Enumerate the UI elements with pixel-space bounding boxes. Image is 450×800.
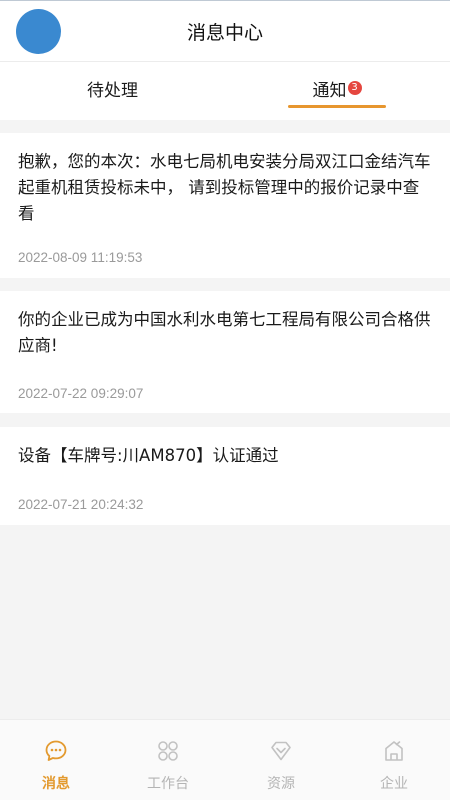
tab-bar: 待处理 通知 3 (0, 62, 450, 120)
message-text: 抱歉，您的本次：水电七局机电安装分局双江口金结汽车起重机租赁投标未中， 请到投标… (18, 152, 431, 223)
chat-icon (45, 740, 67, 761)
tabbar-item-workbench[interactable]: 工作台 (112, 720, 224, 800)
diamond-icon (271, 741, 291, 761)
message-card[interactable]: 设备【车牌号:川AM870】认证通过 2022-07-21 20:24:32 (0, 427, 450, 525)
message-card[interactable]: 抱歉，您的本次：水电七局机电安装分局双江口金结汽车起重机租赁投标未中， 请到投标… (0, 133, 450, 278)
tabbar-item-resources[interactable]: 资源 (225, 720, 337, 800)
message-time: 2022-07-21 20:24:32 (18, 497, 144, 512)
building-icon (385, 741, 403, 761)
tab-pending[interactable]: 待处理 (60, 76, 165, 120)
message-card[interactable]: 你的企业已成为中国水利水电第七工程局有限公司合格供应商! 2022-07-22 … (0, 291, 450, 413)
tabbar-item-messages[interactable]: 消息 (0, 720, 112, 800)
message-time: 2022-08-09 11:19:53 (18, 250, 143, 265)
page-title: 消息中心 (186, 22, 263, 44)
bottom-tab-bar: 消息 工作台 资源 企业 (0, 719, 450, 800)
notice-count-badge: 3 (347, 81, 362, 95)
header: 消息中心 (0, 0, 450, 62)
tab-notice-label: 通知 (312, 81, 347, 101)
tabbar-label: 工作台 (147, 776, 189, 792)
grid-icon (158, 741, 178, 761)
tab-pending-label: 待处理 (87, 81, 138, 101)
tabbar-label: 消息 (42, 776, 70, 792)
tabbar-label: 资源 (267, 776, 295, 792)
tabbar-label: 企业 (380, 776, 408, 792)
tab-notice[interactable]: 通知 3 (288, 76, 386, 120)
message-time: 2022-07-22 09:29:07 (18, 386, 144, 401)
active-tab-indicator (288, 105, 386, 108)
message-text: 设备【车牌号:川AM870】认证通过 (18, 446, 279, 465)
tabbar-item-company[interactable]: 企业 (338, 720, 450, 800)
message-text: 你的企业已成为中国水利水电第七工程局有限公司合格供应商! (18, 310, 431, 355)
